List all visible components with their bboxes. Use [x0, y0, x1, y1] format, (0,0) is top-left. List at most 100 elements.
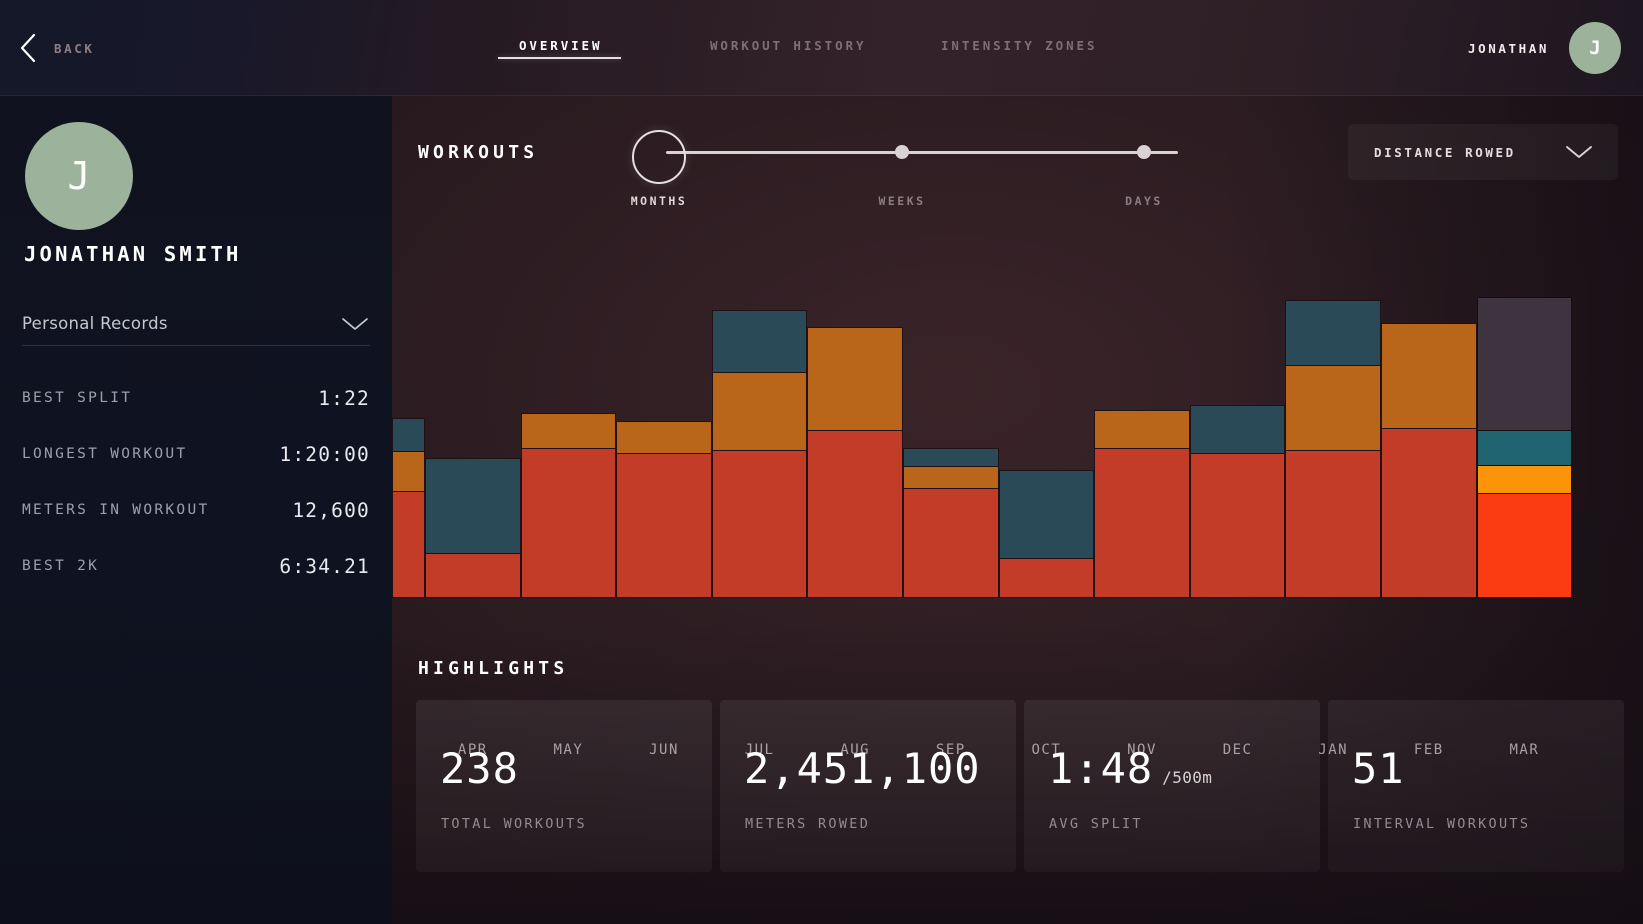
bar-apr[interactable]	[425, 248, 521, 598]
highlight-number: 51	[1352, 744, 1405, 793]
bar-segment-medium	[392, 451, 425, 491]
bar-aug[interactable]	[807, 248, 903, 598]
highlight-number: 2,451,100	[744, 744, 981, 793]
record-value: 6:34.21	[279, 554, 370, 578]
bar-segment-low	[1094, 448, 1190, 598]
bar-segment-medium	[807, 327, 903, 430]
active-tab-underline	[498, 57, 621, 59]
user-menu[interactable]: JONATHAN J	[1468, 22, 1621, 74]
bar-segment-high	[998, 470, 1095, 558]
highlight-card-avg-split[interactable]: 1:48 /500m AVG SPLIT	[1024, 700, 1320, 872]
bar-segment-now-medium	[1476, 465, 1573, 493]
record-key: BEST 2K	[22, 558, 100, 574]
bar-now[interactable]	[1476, 248, 1573, 598]
highlight-value: 238	[440, 744, 519, 793]
metric-dropdown[interactable]: DISTANCE ROWED	[1348, 124, 1618, 180]
page-title: WORKOUTS	[418, 142, 539, 163]
personal-records-label: Personal Records	[22, 314, 168, 333]
bar-segment-low	[1189, 453, 1286, 598]
highlight-label: METERS ROWED	[745, 816, 871, 832]
highlight-card-total-workouts[interactable]: 238 TOTAL WORKOUTS	[416, 700, 712, 872]
bar-segment-now-remaining	[1476, 297, 1573, 430]
bar-segment-low	[998, 558, 1095, 598]
highlight-value: 51	[1352, 744, 1405, 793]
bar-segment-high	[392, 418, 425, 451]
bar-nov[interactable]	[1094, 248, 1190, 598]
bar-segment-high	[711, 310, 808, 372]
top-header: BACK OVERVIEW WORKOUT HISTORY INTENSITY …	[0, 0, 1643, 96]
record-key: LONGEST WORKOUT	[22, 446, 188, 462]
bar-sep[interactable]	[902, 248, 999, 598]
bar-dec[interactable]	[1189, 248, 1286, 598]
bar-segment-low	[520, 448, 617, 598]
bar-jun[interactable]	[616, 248, 712, 598]
highlight-unit: /500m	[1162, 768, 1213, 787]
bar-segment-high	[902, 448, 999, 466]
main-content: WORKOUTS MONTHS WEEKS DAYS DISTANCE ROWE…	[392, 96, 1643, 924]
record-value: 1:20:00	[279, 442, 370, 466]
bar-segment-medium	[1285, 365, 1381, 450]
slider-label-weeks: WEEKS	[878, 194, 926, 208]
list-item: METERS IN WORKOUT 12,600	[22, 482, 370, 538]
bar-feb[interactable]	[1380, 248, 1477, 598]
highlights-title: HIGHLIGHTS	[418, 658, 569, 679]
bar-segment-low	[392, 491, 425, 598]
record-value: 1:22	[318, 386, 370, 410]
bar-segment-low	[616, 453, 712, 598]
profile-sidebar: J JONATHAN SMITH Personal Records BEST S…	[0, 96, 392, 924]
highlight-number: 1:48	[1048, 744, 1154, 793]
bar-segment-medium	[1380, 323, 1477, 428]
granularity-slider[interactable]: MONTHS WEEKS DAYS	[630, 124, 1192, 214]
app-root: BACK OVERVIEW WORKOUT HISTORY INTENSITY …	[0, 0, 1643, 924]
bar-segment-medium	[711, 372, 808, 450]
bar-segment-medium	[616, 421, 712, 453]
tab-intensity-zones[interactable]: INTENSITY ZONES	[941, 38, 1097, 53]
slider-label-days: DAYS	[1125, 194, 1163, 208]
bar-segment-low	[711, 450, 808, 598]
slider-track[interactable]	[666, 151, 1178, 154]
bar-segment-high	[1189, 405, 1286, 453]
avatar: J	[1569, 22, 1621, 74]
bar-jul[interactable]	[711, 248, 808, 598]
highlight-value: 2,451,100	[744, 744, 981, 793]
chevron-down-icon	[342, 317, 368, 330]
bar-prev[interactable]	[392, 248, 425, 598]
bar-segment-high	[425, 458, 521, 553]
bar-segment-low	[807, 430, 903, 598]
highlight-value: 1:48 /500m	[1048, 744, 1212, 793]
highlight-label: TOTAL WORKOUTS	[441, 816, 587, 832]
list-item: BEST 2K 6:34.21	[22, 538, 370, 594]
highlight-label: AVG SPLIT	[1049, 816, 1143, 832]
record-value: 12,600	[292, 498, 370, 522]
user-name-label: JONATHAN	[1467, 40, 1549, 56]
bar-segment-medium	[1094, 410, 1190, 448]
slider-label-months: MONTHS	[630, 194, 688, 208]
bar-segment-low	[425, 553, 521, 598]
bar-segment-medium	[520, 413, 617, 448]
personal-records-select[interactable]: Personal Records	[22, 302, 370, 346]
bar-jan[interactable]	[1285, 248, 1381, 598]
highlight-card-meters-rowed[interactable]: 2,451,100 METERS ROWED	[720, 700, 1016, 872]
list-item: LONGEST WORKOUT 1:20:00	[22, 426, 370, 482]
tab-workout-history[interactable]: WORKOUT HISTORY	[710, 38, 866, 53]
bar-oct[interactable]	[998, 248, 1095, 598]
slider-stop-weeks[interactable]	[895, 145, 909, 159]
slider-handle[interactable]	[632, 130, 686, 184]
bar-segment-medium	[902, 466, 999, 488]
workouts-bar-chart: 2020NOW APRMAYJUNJULAUGSEPOCTNOVDECJANFE…	[392, 238, 1643, 758]
slider-stop-days[interactable]	[1137, 145, 1151, 159]
nav-tabs: OVERVIEW WORKOUT HISTORY INTENSITY ZONES	[0, 0, 1643, 96]
profile-name: JONATHAN SMITH	[24, 242, 242, 266]
chart-bars	[392, 248, 1643, 598]
metric-dropdown-value: DISTANCE ROWED	[1374, 144, 1516, 160]
bar-segment-low	[1380, 428, 1477, 598]
profile-avatar: J	[25, 122, 133, 230]
record-key: METERS IN WORKOUT	[22, 502, 210, 518]
highlight-number: 238	[440, 744, 519, 793]
bar-may[interactable]	[520, 248, 617, 598]
personal-records-list: BEST SPLIT 1:22 LONGEST WORKOUT 1:20:00 …	[22, 370, 370, 594]
tab-overview[interactable]: OVERVIEW	[519, 38, 602, 53]
chevron-down-icon	[1566, 146, 1592, 158]
bar-segment-low	[1285, 450, 1381, 598]
highlight-card-interval-workouts[interactable]: 51 INTERVAL WORKOUTS	[1328, 700, 1624, 872]
